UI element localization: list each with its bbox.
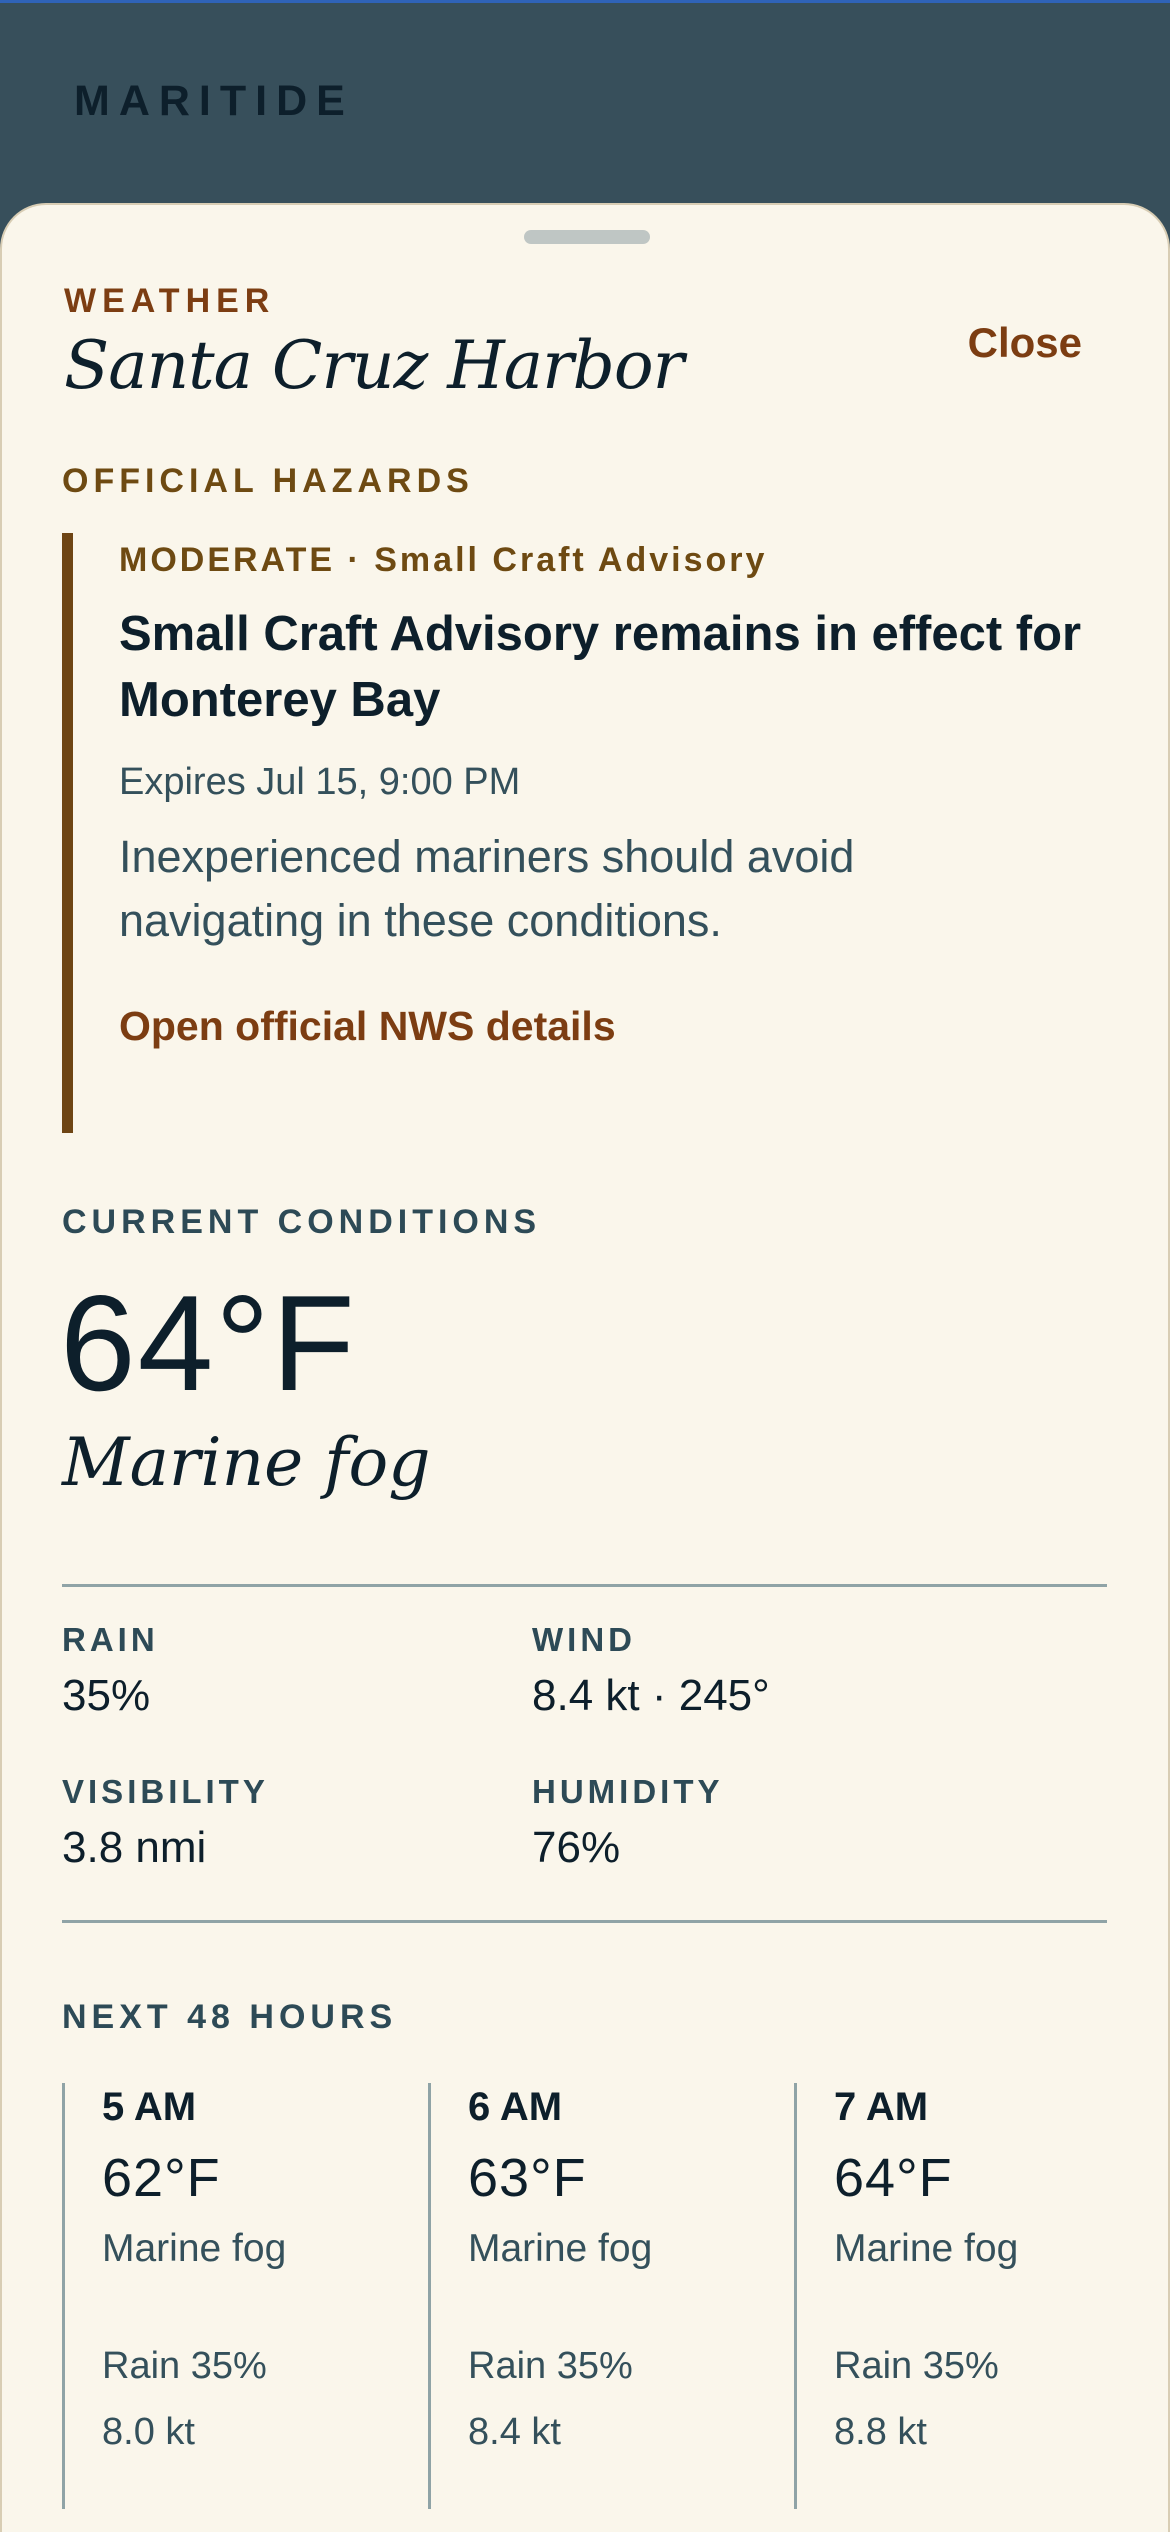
forecast-condition: Marine fog (468, 2227, 653, 2270)
stat-value-visibility: 3.8 nmi (62, 1823, 207, 1872)
stat-label-humidity: HUMIDITY (532, 1773, 724, 1810)
hazard-description: Inexperienced mariners should avoid navi… (119, 831, 855, 946)
divider (62, 1920, 1107, 1923)
forecast-hour-card[interactable]: 6 AM 63°F Marine fog Rain 35% 8.4 kt (428, 2083, 794, 2509)
forecast-time: 7 AM (834, 2085, 929, 2129)
stat-value-humidity: 76% (532, 1823, 621, 1872)
hazard-severity: MODERATE · Small Craft Advisory (119, 541, 768, 579)
forecast-hour-card[interactable]: 5 AM 62°F Marine fog Rain 35% 8.0 kt (62, 2083, 428, 2509)
current-conditions-label: CURRENT CONDITIONS (62, 1203, 542, 1241)
app-brand: MARITIDE (74, 77, 354, 125)
app-header: MARITIDE (0, 0, 1170, 220)
forecast-temp: 62°F (102, 2148, 221, 2208)
forecast-temp: 64°F (834, 2148, 953, 2208)
forecast-wind: 8.8 kt (834, 2411, 927, 2453)
stat-label-rain: RAIN (62, 1621, 159, 1658)
current-temperature: 64°F (60, 1267, 357, 1419)
stat-value-wind: 8.4 kt · 245° (532, 1671, 770, 1720)
stat-value-rain: 35% (62, 1671, 151, 1720)
forecast-section-label: NEXT 48 HOURS (62, 1998, 398, 2036)
nws-details-link[interactable]: Open official NWS details (119, 1003, 616, 1050)
forecast-rain: Rain 35% (102, 2345, 267, 2387)
forecast-time: 6 AM (468, 2085, 563, 2129)
forecast-wind: 8.0 kt (102, 2411, 195, 2453)
forecast-rain: Rain 35% (834, 2345, 999, 2387)
forecast-hour-card[interactable]: 7 AM 64°F Marine fog Rain 35% 8.8 kt (794, 2083, 1160, 2509)
hazard-card: MODERATE · Small Craft Advisory Small Cr… (62, 533, 1102, 1133)
forecast-condition: Marine fog (834, 2227, 1019, 2270)
forecast-temp: 63°F (468, 2148, 587, 2208)
current-condition: Marine fog (62, 1424, 431, 1501)
forecast-condition: Marine fog (102, 2227, 287, 2270)
hazard-expiry: Expires Jul 15, 9:00 PM (119, 761, 521, 803)
hazard-headline: Small Craft Advisory remains in effect f… (119, 607, 1082, 727)
forecast-wind: 8.4 kt (468, 2411, 561, 2453)
forecast-rain: Rain 35% (468, 2345, 633, 2387)
stat-label-visibility: VISIBILITY (62, 1773, 269, 1810)
divider (62, 1584, 1107, 1587)
stat-label-wind: WIND (532, 1621, 636, 1658)
hazards-section-label: OFFICIAL HAZARDS (62, 462, 474, 500)
forecast-time: 5 AM (102, 2085, 197, 2129)
